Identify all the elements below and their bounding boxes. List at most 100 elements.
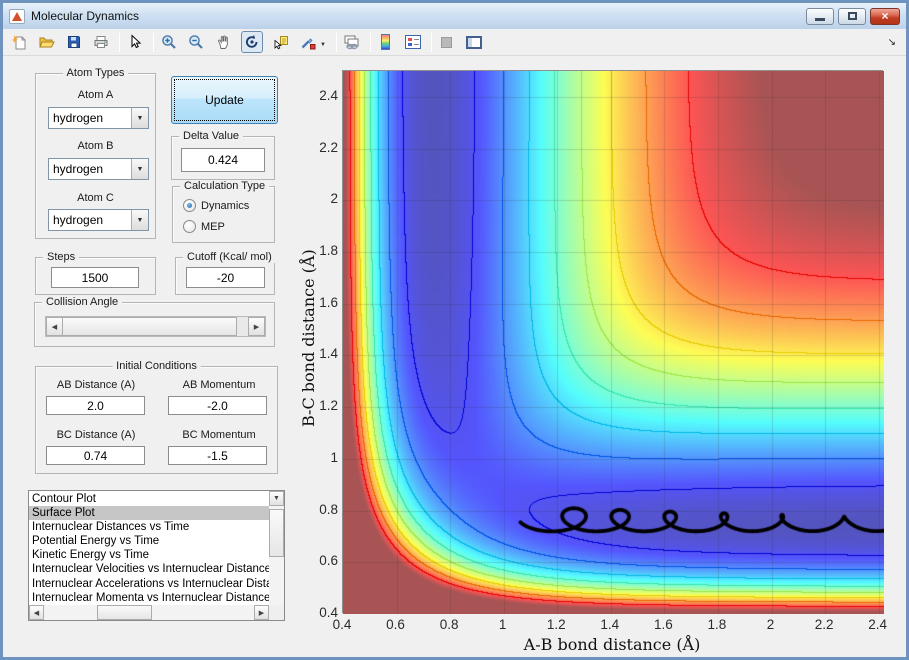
list-item[interactable]: Internuclear Accelerations vs Internucle… xyxy=(29,577,269,591)
chevron-down-icon[interactable]: ▼ xyxy=(131,159,148,179)
x-tick: 1.6 xyxy=(653,617,673,632)
pes-canvas[interactable] xyxy=(343,71,884,614)
collision-angle-title: Collision Angle xyxy=(42,296,123,308)
atom-b-value: hydrogen xyxy=(53,162,104,176)
zoom-in-icon[interactable] xyxy=(160,33,178,51)
x-tick: 1 xyxy=(498,617,507,632)
y-tick: 0.6 xyxy=(319,553,338,569)
x-tick: 1.2 xyxy=(546,617,566,632)
toolbar-separator xyxy=(430,32,432,52)
slider-left-arrow[interactable]: ◀ xyxy=(46,317,63,336)
slider-thumb[interactable] xyxy=(62,317,237,336)
steps-field[interactable] xyxy=(51,267,139,288)
window-title: Molecular Dynamics xyxy=(31,9,140,23)
steps-panel: Steps xyxy=(35,251,156,295)
radio-mep-label: MEP xyxy=(201,220,225,233)
calculation-type-panel: Calculation Type Dynamics MEP xyxy=(172,180,275,243)
bc-distance-field[interactable] xyxy=(46,446,145,465)
list-item[interactable]: Internuclear Velocities vs Internuclear … xyxy=(29,562,269,576)
initial-conditions-panel: Initial Conditions AB Distance (A) AB Mo… xyxy=(35,360,278,474)
figure-content: Atom Types Atom A hydrogen ▼ Atom B hydr… xyxy=(3,57,906,657)
rotate-3d-icon[interactable] xyxy=(241,31,263,53)
toolbar-separator xyxy=(153,32,154,52)
atom-a-label: Atom A xyxy=(77,89,114,101)
toolbar-separator xyxy=(119,32,120,52)
bc-momentum-field[interactable] xyxy=(168,446,267,465)
y-tick: 2 xyxy=(330,191,338,207)
pes-plot-area[interactable] xyxy=(342,70,884,614)
edit-plot-icon[interactable] xyxy=(126,33,144,51)
scroll-left-arrow[interactable]: ◀ xyxy=(29,605,44,620)
list-item[interactable]: Surface Plot xyxy=(29,506,269,521)
list-item[interactable]: Kinetic Energy vs Time xyxy=(29,548,269,562)
show-plot-tools-icon[interactable] xyxy=(465,33,483,51)
x-tick: 1.8 xyxy=(707,617,727,632)
vertical-scrollbar[interactable]: ▲ ▼ xyxy=(269,491,284,605)
radio-dynamics[interactable]: Dynamics xyxy=(183,199,249,212)
app-icon xyxy=(9,8,25,24)
toolbar-separator xyxy=(335,32,337,52)
app-window: Molecular Dynamics × ▼ ↘ Atom Types Atom… xyxy=(0,0,909,660)
cutoff-field[interactable] xyxy=(186,267,265,288)
chevron-down-icon[interactable]: ▼ xyxy=(131,210,148,230)
toolbar-overflow-arrow[interactable]: ↘ xyxy=(888,37,896,48)
initial-conditions-title: Initial Conditions xyxy=(112,360,201,372)
cutoff-panel: Cutoff (Kcal/ mol) xyxy=(175,251,276,295)
plot-type-listbox[interactable]: Contour Plot Surface Plot Internuclear Dis… xyxy=(28,490,285,621)
toolbar-separator xyxy=(369,32,371,52)
slider-right-arrow[interactable]: ▶ xyxy=(248,317,265,336)
update-button[interactable]: Update xyxy=(171,76,278,124)
y-tick: 2.4 xyxy=(319,87,338,103)
scroll-right-arrow[interactable]: ▶ xyxy=(254,605,269,620)
x-tick: 2 xyxy=(766,617,775,632)
steps-title: Steps xyxy=(43,251,80,263)
link-plot-icon[interactable] xyxy=(343,33,361,51)
atom-c-value: hydrogen xyxy=(53,213,104,227)
delta-value-field[interactable] xyxy=(181,148,265,172)
open-file-icon[interactable] xyxy=(38,33,56,51)
print-icon[interactable] xyxy=(92,33,110,51)
scroll-down-arrow[interactable]: ▼ xyxy=(269,491,284,506)
zoom-out-icon[interactable] xyxy=(187,33,205,51)
insert-legend-icon[interactable] xyxy=(404,33,422,51)
brush-dropdown-caret[interactable]: ▼ xyxy=(320,42,326,48)
atom-b-dropdown[interactable]: hydrogen ▼ xyxy=(48,158,149,180)
delta-value-title: Delta Value xyxy=(179,130,244,142)
brush-icon[interactable] xyxy=(299,33,317,51)
x-tick: 0.8 xyxy=(439,617,459,632)
chevron-down-icon[interactable]: ▼ xyxy=(131,108,148,128)
list-item[interactable]: Internuclear Distances vs Time xyxy=(29,520,269,534)
radio-mep-circle[interactable] xyxy=(183,220,196,233)
new-figure-icon[interactable] xyxy=(11,33,29,51)
x-tick: 1.4 xyxy=(600,617,620,632)
collision-angle-slider[interactable]: ◀ ▶ xyxy=(45,316,266,337)
pan-icon[interactable] xyxy=(214,33,232,51)
data-cursor-icon[interactable] xyxy=(272,33,290,51)
restore-button[interactable] xyxy=(838,7,866,25)
vertical-scroll-thumb[interactable] xyxy=(269,509,284,557)
close-button[interactable]: × xyxy=(870,7,900,25)
atom-types-title: Atom Types xyxy=(62,67,129,79)
hide-plot-tools-icon[interactable] xyxy=(438,33,456,51)
atom-a-dropdown[interactable]: hydrogen ▼ xyxy=(48,107,149,129)
x-axis-label: A-B bond distance (Å) xyxy=(523,635,701,654)
ab-momentum-field[interactable] xyxy=(168,396,267,415)
ab-momentum-label: AB Momentum xyxy=(182,379,256,391)
minimize-button[interactable] xyxy=(806,7,834,25)
radio-dynamics-label: Dynamics xyxy=(201,199,250,212)
list-item[interactable]: Internuclear Momenta vs Internuclear Dis… xyxy=(29,591,269,605)
atom-b-label: Atom B xyxy=(77,140,114,152)
list-item[interactable]: Potential Energy vs Time xyxy=(29,534,269,548)
horizontal-scrollbar[interactable]: ◀ ▶ xyxy=(29,605,269,620)
list-item[interactable]: Contour Plot xyxy=(29,492,269,506)
radio-mep[interactable]: MEP xyxy=(183,220,225,233)
titlebar: Molecular Dynamics × xyxy=(3,3,906,29)
save-icon[interactable] xyxy=(65,33,83,51)
ab-distance-field[interactable] xyxy=(46,396,145,415)
radio-dynamics-circle[interactable] xyxy=(183,199,196,212)
insert-colorbar-icon[interactable] xyxy=(377,33,395,51)
atom-c-dropdown[interactable]: hydrogen ▼ xyxy=(48,209,149,231)
atom-types-panel: Atom Types Atom A hydrogen ▼ Atom B hydr… xyxy=(35,67,156,239)
horizontal-scroll-thumb[interactable] xyxy=(97,605,152,620)
y-tick: 2.2 xyxy=(319,139,338,155)
